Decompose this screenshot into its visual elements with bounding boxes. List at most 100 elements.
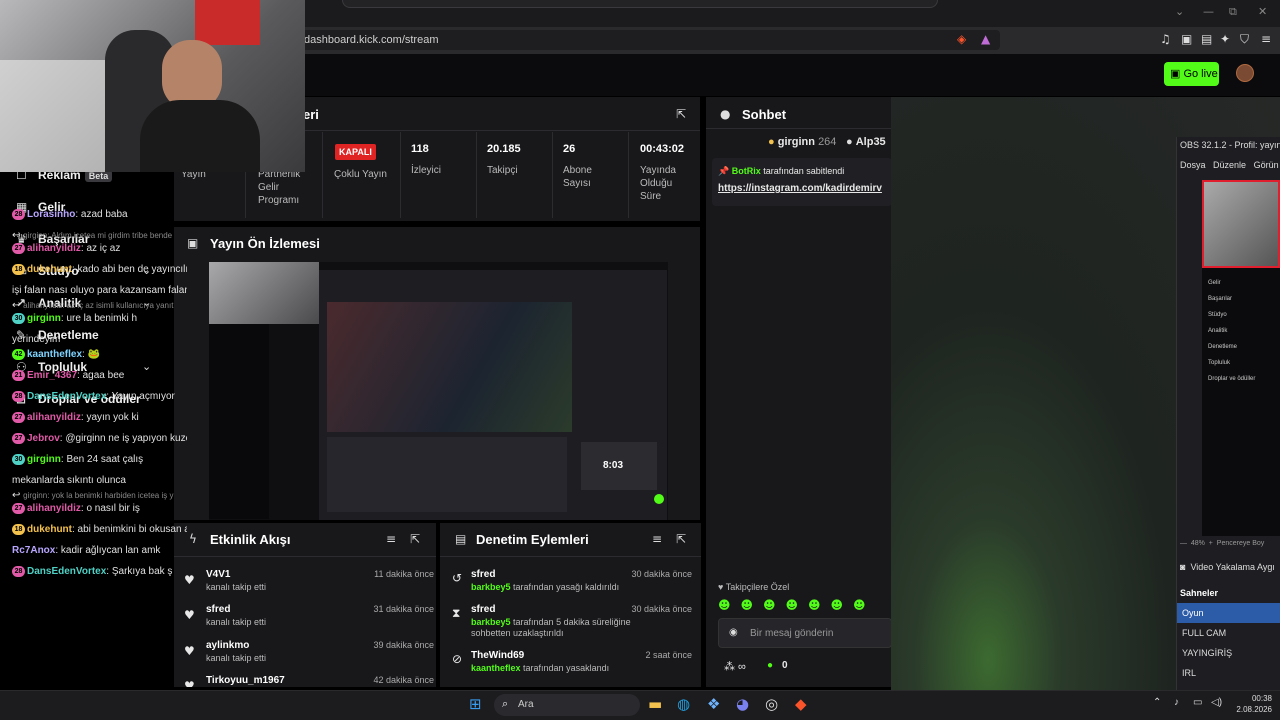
- list-item[interactable]: ♥ sfred kanalı takip etti 31 dakika önce: [184, 604, 434, 640]
- top-gifter[interactable]: ● Alp35: [846, 136, 886, 148]
- menu-icon[interactable]: ≡: [1261, 32, 1271, 46]
- taskbar-search[interactable]: ⌕ Ara: [494, 694, 640, 716]
- moderation-title: Denetim Eylemleri: [476, 532, 589, 547]
- list-item[interactable]: ⧗ sfred barkbey5 tarafından 5 dakika sürel…: [452, 604, 692, 644]
- network-icon[interactable]: ▭: [1193, 697, 1202, 708]
- chat-message[interactable]: 27 alihanyildiz: o nasıl bir iş: [12, 502, 187, 515]
- chat-message[interactable]: mekanlarda sıkıntı olunca: [12, 474, 187, 487]
- emoji-icon[interactable]: ◉: [729, 627, 738, 638]
- obs-source-label[interactable]: ◙ Video Yakalama Aygı: [1180, 562, 1275, 572]
- windows-start-icon[interactable]: ⊞: [469, 695, 482, 713]
- pinned-link[interactable]: https://instagram.com/kadirdemirv: [718, 183, 882, 194]
- chat-username[interactable]: dukehunt: [27, 524, 72, 535]
- heart-icon: ♥: [184, 644, 195, 658]
- close-icon[interactable]: ✕: [1258, 5, 1267, 18]
- avatar[interactable]: [1236, 64, 1254, 82]
- list-item[interactable]: ⊘ TheWind69 kaantheflex tarafından yasakla…: [452, 650, 692, 690]
- stat-coklu-yayin: KAPALI Çoklu Yayın: [323, 132, 401, 218]
- chat-message[interactable]: yerindeyim: [12, 333, 187, 346]
- clock[interactable]: 00:38 2.08.2026: [1232, 693, 1272, 715]
- chat-username[interactable]: girginn: [27, 454, 61, 465]
- chat-message[interactable]: 21 Emir_4367: agaa bee: [12, 369, 187, 382]
- preview-title: Yayın Ön İzlemesi: [210, 236, 320, 251]
- chat-message[interactable]: 28 Lorasinho: azad baba: [12, 208, 187, 221]
- chat-username[interactable]: kaantheflex: [27, 349, 82, 360]
- brave-shield-icon[interactable]: ◈: [957, 32, 966, 46]
- chat-username[interactable]: alihanyildiz: [27, 412, 81, 423]
- obs-scene-item[interactable]: IRL: [1182, 668, 1196, 678]
- chat-username[interactable]: Rc7Anox: [12, 545, 55, 556]
- shield-icon[interactable]: ⛉: [1240, 32, 1249, 47]
- chat-message[interactable]: işi falan nası oluyo para kazansam falan: [12, 284, 187, 297]
- chat-username[interactable]: DansEdenVortex: [27, 566, 106, 577]
- users-icon[interactable]: ⁂ ∞: [724, 660, 746, 673]
- chat-username[interactable]: Jebrov: [27, 433, 60, 444]
- chat-message[interactable]: 27 Jebrov: @girginn ne iş yapıyon kuzen: [12, 432, 187, 445]
- chat-message[interactable]: Rc7Anox: kadir ağlıycan lan amk: [12, 544, 187, 557]
- obs-scene-item[interactable]: Oyun: [1182, 608, 1204, 618]
- chat-message[interactable]: 28 DansEdenVortex: Yayın açmıyor: [12, 390, 187, 403]
- chat-message[interactable]: 42 kaantheflex: 🐸: [12, 348, 187, 361]
- rewards-icon[interactable]: ▲: [981, 32, 990, 46]
- address-bar[interactable]: dashboard.kick.com/stream: [294, 30, 1000, 50]
- edge-icon[interactable]: ◍: [677, 695, 690, 713]
- chat-message[interactable]: 27 alihanyildiz: az iç az: [12, 242, 187, 255]
- chat-input[interactable]: ◉ Bir mesaj gönderin: [718, 618, 892, 648]
- chat-message[interactable]: 28 DansEdenVortex: Şarkıya bak ş: [12, 565, 187, 578]
- obs-menu[interactable]: Dosya Düzenle Görün: [1180, 160, 1279, 170]
- list-item[interactable]: ♥ aylinkmo kanalı takip etti 39 dakika önce: [184, 640, 434, 676]
- chat-message[interactable]: 30 girginn: ure la benimki h: [12, 312, 187, 325]
- tray-chevron-icon[interactable]: ⌃: [1153, 697, 1161, 708]
- chat-message[interactable]: 18 dukehunt: kado abi ben de yayıncılı: [12, 263, 187, 276]
- chat-username[interactable]: alihanyildiz: [27, 243, 81, 254]
- go-live-button[interactable]: ▣ Go live: [1164, 62, 1219, 86]
- discord-icon[interactable]: ◕: [736, 695, 749, 713]
- app-icon[interactable]: ❖: [707, 695, 720, 713]
- maximize-icon[interactable]: ⧉: [1229, 5, 1237, 19]
- volume-icon[interactable]: ◁): [1211, 697, 1222, 708]
- chat-username[interactable]: girginn: [27, 313, 61, 324]
- file-explorer-icon[interactable]: ▬: [648, 695, 662, 713]
- list-item[interactable]: ♥ V4V1 kanalı takip etti 11 dakika önce: [184, 569, 434, 605]
- chat-message[interactable]: 30 girginn: Ben 24 saat çalış: [12, 453, 187, 466]
- popout-icon[interactable]: ⇱: [410, 532, 420, 546]
- pinned-message[interactable]: 📌 BotRix tarafından sabitlendi https://i…: [712, 158, 892, 206]
- emote-bar[interactable]: ☻☻☻☻☻☻☻: [718, 598, 888, 614]
- obs-preview-source[interactable]: [1202, 180, 1280, 268]
- chat-username[interactable]: alihanyildiz: [27, 503, 81, 514]
- obs-zoom[interactable]: — 48% + Pencereye Boy: [1180, 540, 1264, 547]
- list-item[interactable]: ♥ Tirkoyuu_m1967 42 dakika önce: [184, 675, 434, 687]
- popout-icon[interactable]: ⇱: [676, 532, 686, 546]
- chat-username[interactable]: dukehunt: [27, 264, 72, 275]
- sidebar-icon[interactable]: ▣: [1181, 32, 1192, 46]
- popout-icon[interactable]: ⇱: [676, 107, 686, 121]
- list-item[interactable]: ↺ sfred barkbey5 tarafından yasağı kaldırı…: [452, 569, 692, 609]
- taskbar: [0, 690, 1280, 720]
- music-icon[interactable]: ♫: [1160, 32, 1171, 46]
- badge: 27: [12, 432, 25, 444]
- top-gifter[interactable]: ● girginn 264: [768, 136, 836, 148]
- obs-scene-item[interactable]: FULL CAM: [1182, 628, 1226, 638]
- tab-list-icon[interactable]: ⌄: [1175, 5, 1184, 18]
- live-dot: [654, 494, 664, 504]
- pin-icon: 📌: [718, 166, 730, 176]
- obs-icon[interactable]: ◎: [765, 695, 778, 713]
- undo-icon: ↺: [452, 571, 463, 585]
- filter-icon[interactable]: ≡: [652, 532, 662, 546]
- stream-preview-video[interactable]: 8:03: [209, 262, 668, 520]
- sparkle-icon[interactable]: ✦: [1220, 32, 1230, 46]
- badge: 18: [12, 523, 25, 535]
- minimize-icon[interactable]: —: [1203, 5, 1214, 18]
- filter-icon[interactable]: ≡: [386, 532, 396, 546]
- chat-message[interactable]: 27 alihanyildiz: yayın yok ki: [12, 411, 187, 424]
- tab-search-box[interactable]: [342, 0, 938, 8]
- chat-message[interactable]: 18 dukehunt: abi benimkini bi okusan a: [12, 523, 187, 536]
- ring-light: [0, 60, 110, 172]
- brave-icon[interactable]: ◆: [795, 695, 807, 713]
- obs-scene-item[interactable]: YAYINGİRİŞ: [1182, 648, 1232, 658]
- chat-username[interactable]: DansEdenVortex: [27, 391, 106, 402]
- tab-icon[interactable]: ▤: [1201, 32, 1212, 46]
- mic-icon[interactable]: ♪: [1174, 697, 1179, 708]
- chat-username[interactable]: Lorasinho: [27, 209, 75, 220]
- chat-username[interactable]: Emir_4367: [27, 370, 77, 381]
